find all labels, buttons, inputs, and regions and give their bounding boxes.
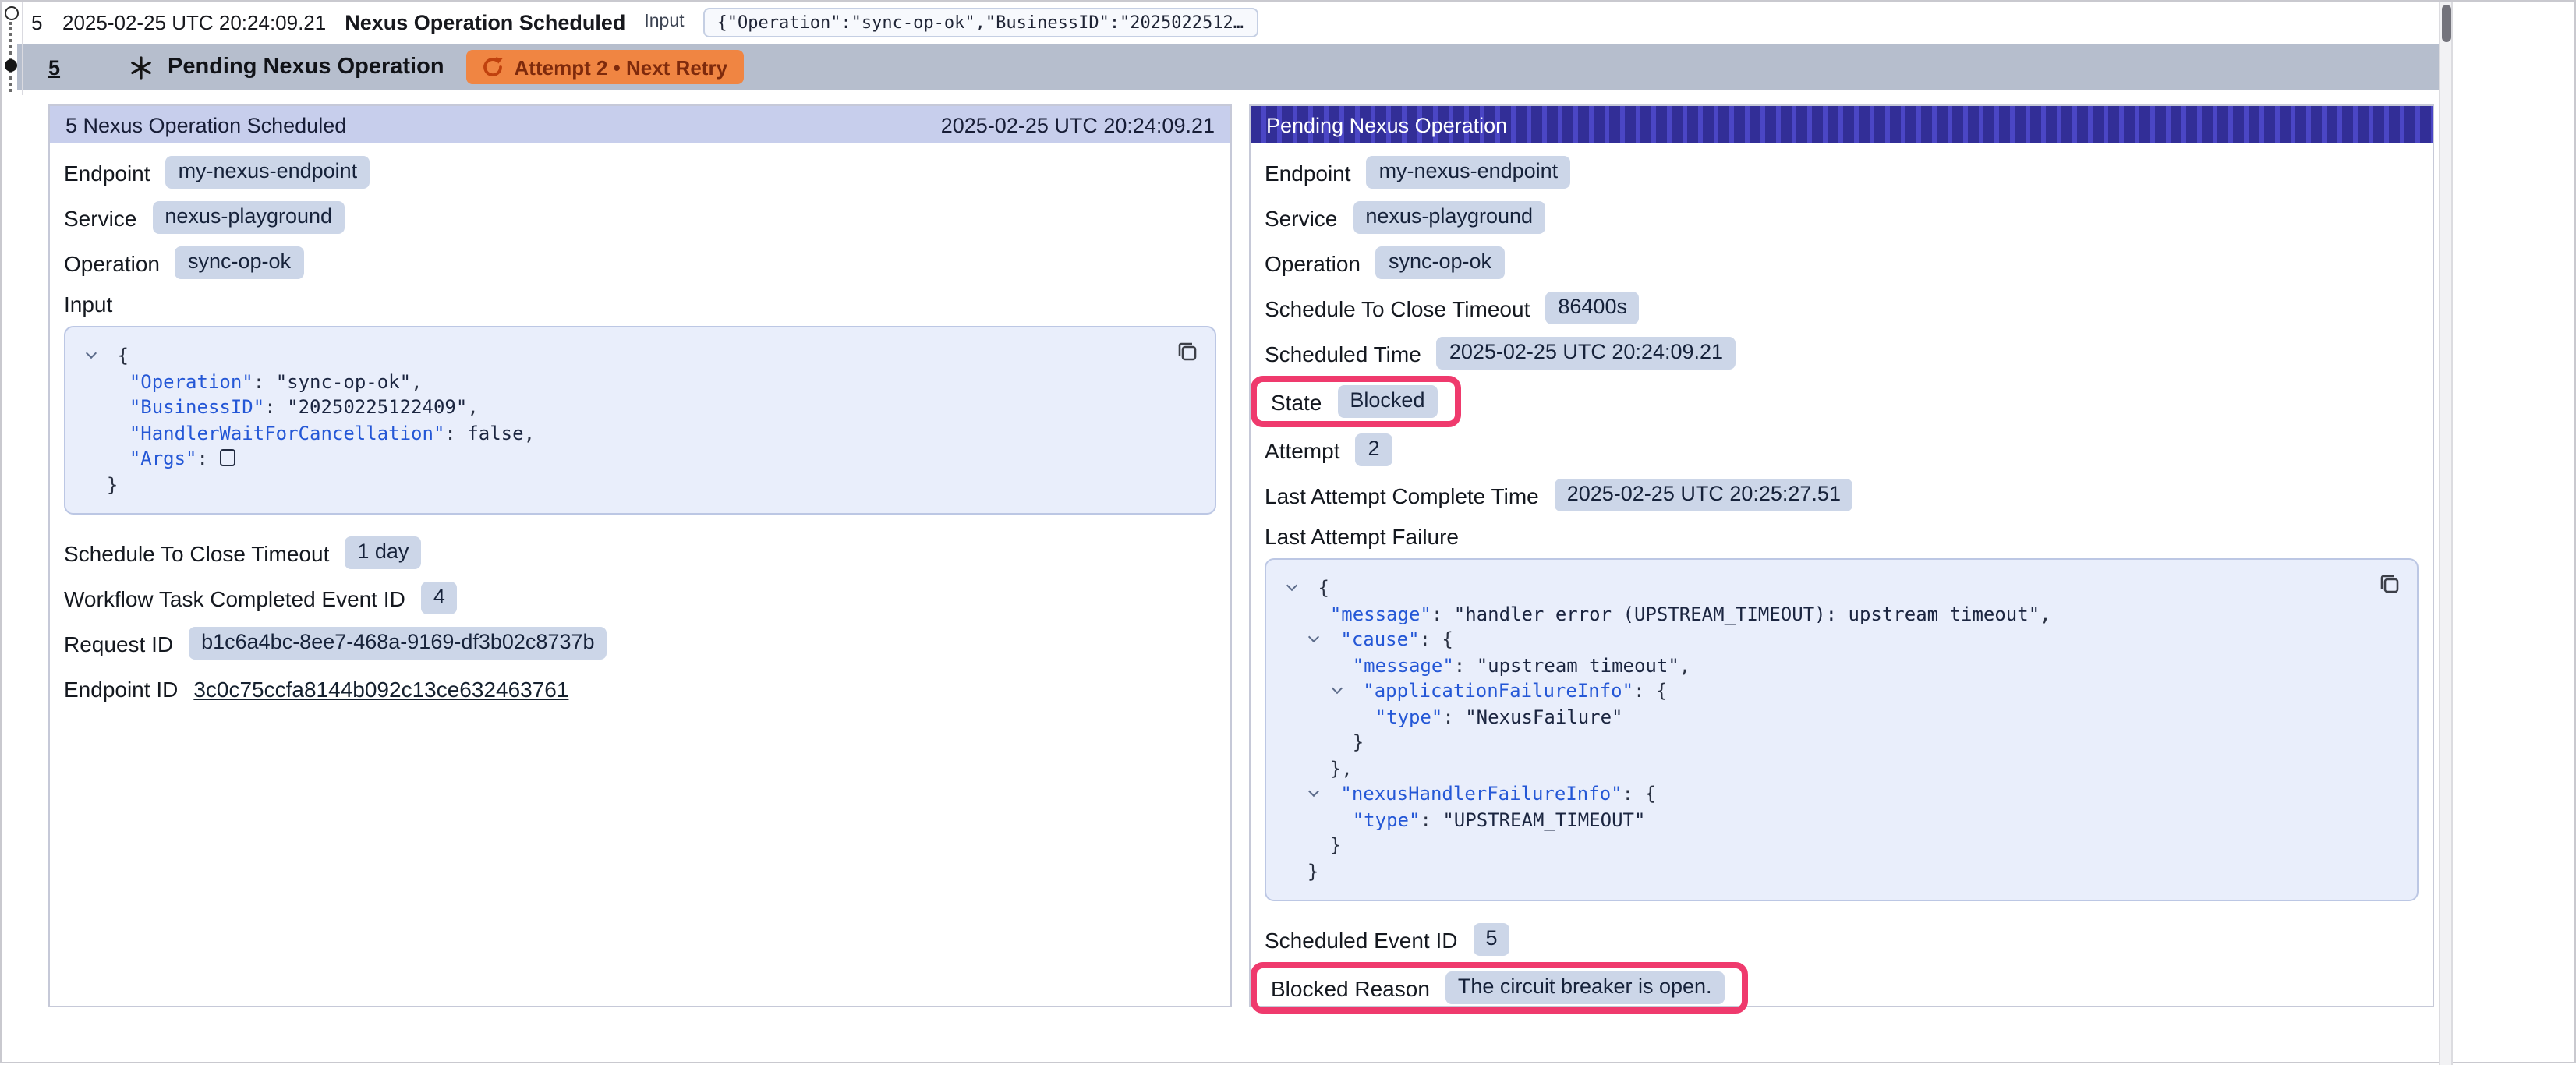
field-value-badge: 2 (1356, 433, 1392, 467)
field-label: Service (64, 205, 136, 230)
field-row-request-id: Request ID b1c6a4bc-8ee7-468a-9169-df3b0… (50, 621, 1230, 666)
collapse-chevron-icon[interactable] (1309, 632, 1320, 642)
field-row-workflow-task-completed-event-id: Workflow Task Completed Event ID 4 (50, 575, 1230, 621)
field-label: Service (1265, 205, 1337, 230)
field-value-badge: 86400s (1545, 291, 1640, 325)
event-row-pending[interactable]: 5 Pending Nexus Operation Attempt 2 • Ne… (17, 44, 2440, 90)
json-lines: { "message": "handler error (UPSTREAM_TI… (1285, 575, 2398, 884)
blocked-reason-value-badge: The circuit breaker is open. (1445, 971, 1725, 1005)
event-detail-panels: 5 Nexus Operation Scheduled 2025-02-25 U… (48, 104, 2434, 1007)
field-row-state: State Blocked (1251, 376, 2433, 427)
field-row-schedule-to-close-timeout: Schedule To Close Timeout 86400s (1251, 285, 2433, 331)
field-label: Endpoint (1265, 160, 1351, 185)
field-row-endpoint: Endpoint my-nexus-endpoint (1251, 150, 2433, 195)
field-value-badge: 2025-02-25 UTC 20:24:09.21 (1437, 336, 1736, 370)
scheduled-panel-body: Endpoint my-nexus-endpoint Service nexus… (50, 143, 1230, 711)
field-label: Schedule To Close Timeout (1265, 295, 1530, 320)
field-row-operation: Operation sync-op-ok (1251, 240, 2433, 285)
field-value-badge: my-nexus-endpoint (166, 155, 370, 189)
field-row-service: Service nexus-playground (50, 195, 1230, 240)
event-timeline-lane (2, 2, 23, 95)
scheduled-event-panel: 5 Nexus Operation Scheduled 2025-02-25 U… (48, 104, 1232, 1007)
viewport-scaler: 5 2025-02-25 UTC 20:24:09.21 Nexus Opera… (0, 0, 2576, 1063)
field-label: Scheduled Event ID (1265, 927, 1458, 952)
field-row-schedule-to-close-timeout: Schedule To Close Timeout 1 day (50, 530, 1230, 575)
retry-badge-label: Attempt 2 • Next Retry (515, 55, 728, 79)
collapse-chevron-icon[interactable] (1332, 683, 1343, 694)
retry-attempt-badge: Attempt 2 • Next Retry (466, 50, 744, 84)
field-value-badge: nexus-playground (152, 200, 345, 235)
input-json-viewer: { "Operation": "sync-op-ok", "BusinessID… (64, 326, 1216, 515)
last-attempt-failure-label: Last Attempt Failure (1251, 518, 2433, 555)
field-row-endpoint: Endpoint my-nexus-endpoint (50, 150, 1230, 195)
input-label: Input (644, 12, 684, 31)
field-label: Scheduled Time (1265, 341, 1421, 366)
field-label: Workflow Task Completed Event ID (64, 586, 405, 610)
scrollbar-thumb[interactable] (2442, 5, 2451, 42)
event-title: Nexus Operation Scheduled (345, 10, 625, 34)
field-label: Schedule To Close Timeout (64, 540, 329, 565)
field-label: Endpoint ID (64, 676, 178, 701)
input-section-label: Input (50, 285, 1230, 323)
field-row-endpoint-id: Endpoint ID 3c0c75ccfa8144b092c13ce63246… (50, 666, 1230, 711)
field-label: Last Attempt Complete Time (1265, 483, 1539, 508)
asterisk-icon (129, 55, 152, 79)
field-value-badge: sync-op-ok (1376, 246, 1504, 280)
field-value-badge: 4 (421, 581, 458, 615)
pending-panel-header[interactable]: Pending Nexus Operation (1251, 106, 2433, 143)
field-value-badge: 2025-02-25 UTC 20:25:27.51 (1555, 478, 1853, 512)
field-label: Request ID (64, 631, 173, 656)
field-label: Attempt (1265, 437, 1340, 462)
field-label: Operation (1265, 250, 1361, 275)
state-value-badge: Blocked (1337, 384, 1437, 419)
scheduled-panel-header[interactable]: 5 Nexus Operation Scheduled 2025-02-25 U… (50, 106, 1230, 143)
scheduled-panel-timestamp: 2025-02-25 UTC 20:24:09.21 (941, 113, 1215, 136)
field-value-badge: 1 day (345, 536, 421, 570)
copy-icon[interactable] (1176, 340, 1199, 363)
copy-icon[interactable] (2378, 572, 2401, 596)
pending-panel-body: Endpoint my-nexus-endpoint Service nexus… (1251, 143, 2433, 1014)
field-label: State (1271, 389, 1322, 414)
field-row-service: Service nexus-playground (1251, 195, 2433, 240)
pending-panel-title: Pending Nexus Operation (1266, 113, 1507, 136)
event-id: 5 (31, 10, 44, 34)
field-value-badge: 5 (1474, 922, 1510, 957)
timeline-event-dot-icon (5, 59, 17, 72)
event-id-link[interactable]: 5 (48, 55, 60, 79)
timeline-start-ring-icon (5, 6, 19, 20)
empty-array-box-icon (219, 449, 235, 466)
endpoint-id-link[interactable]: 3c0c75ccfa8144b092c13ce632463761 (193, 676, 568, 701)
field-label: Endpoint (64, 160, 150, 185)
field-value-badge: nexus-playground (1353, 200, 1545, 235)
field-row-blocked-reason: Blocked Reason The circuit breaker is op… (1251, 962, 2433, 1014)
circular-arrow-icon (482, 56, 504, 78)
pending-event-title: Pending Nexus Operation (168, 55, 444, 80)
timeline-dotted-line (9, 22, 12, 92)
pending-operation-panel: Pending Nexus Operation Endpoint my-nexu… (1249, 104, 2434, 1007)
event-timestamp: 2025-02-25 UTC 20:24:09.21 (62, 10, 326, 34)
vertical-scrollbar[interactable] (2439, 2, 2453, 1065)
scheduled-panel-title: 5 Nexus Operation Scheduled (65, 113, 346, 136)
field-value-badge: my-nexus-endpoint (1367, 155, 1571, 189)
field-row-last-attempt-complete-time: Last Attempt Complete Time 2025-02-25 UT… (1251, 472, 2433, 518)
field-label: Operation (64, 250, 160, 275)
field-row-attempt: Attempt 2 (1251, 427, 2433, 472)
field-row-scheduled-time: Scheduled Time 2025-02-25 UTC 20:24:09.2… (1251, 331, 2433, 376)
collapse-chevron-icon[interactable] (1286, 580, 1297, 591)
field-value-badge: b1c6a4bc-8ee7-468a-9169-df3b02c8737b (189, 626, 607, 660)
json-lines: { "Operation": "sync-op-ok", "BusinessID… (84, 343, 1196, 497)
field-label: Blocked Reason (1271, 975, 1430, 1000)
blocked-reason-annotation-highlight: Blocked Reason The circuit breaker is op… (1251, 961, 1748, 1014)
collapse-chevron-icon[interactable] (1309, 786, 1320, 797)
state-annotation-highlight: State Blocked (1251, 375, 1460, 428)
workflow-history-view: 5 2025-02-25 UTC 20:24:09.21 Nexus Opera… (0, 0, 2576, 1063)
field-value-badge: sync-op-ok (175, 246, 303, 280)
collapse-chevron-icon[interactable] (86, 348, 97, 359)
input-preview-chip[interactable]: {"Operation":"sync-op-ok","BusinessID":"… (703, 7, 1258, 37)
field-row-scheduled-event-id: Scheduled Event ID 5 (1251, 917, 2433, 962)
field-row-operation: Operation sync-op-ok (50, 240, 1230, 285)
failure-json-viewer: { "message": "handler error (UPSTREAM_TI… (1265, 558, 2419, 901)
event-row-scheduled[interactable]: 5 2025-02-25 UTC 20:24:09.21 Nexus Opera… (25, 2, 2574, 42)
